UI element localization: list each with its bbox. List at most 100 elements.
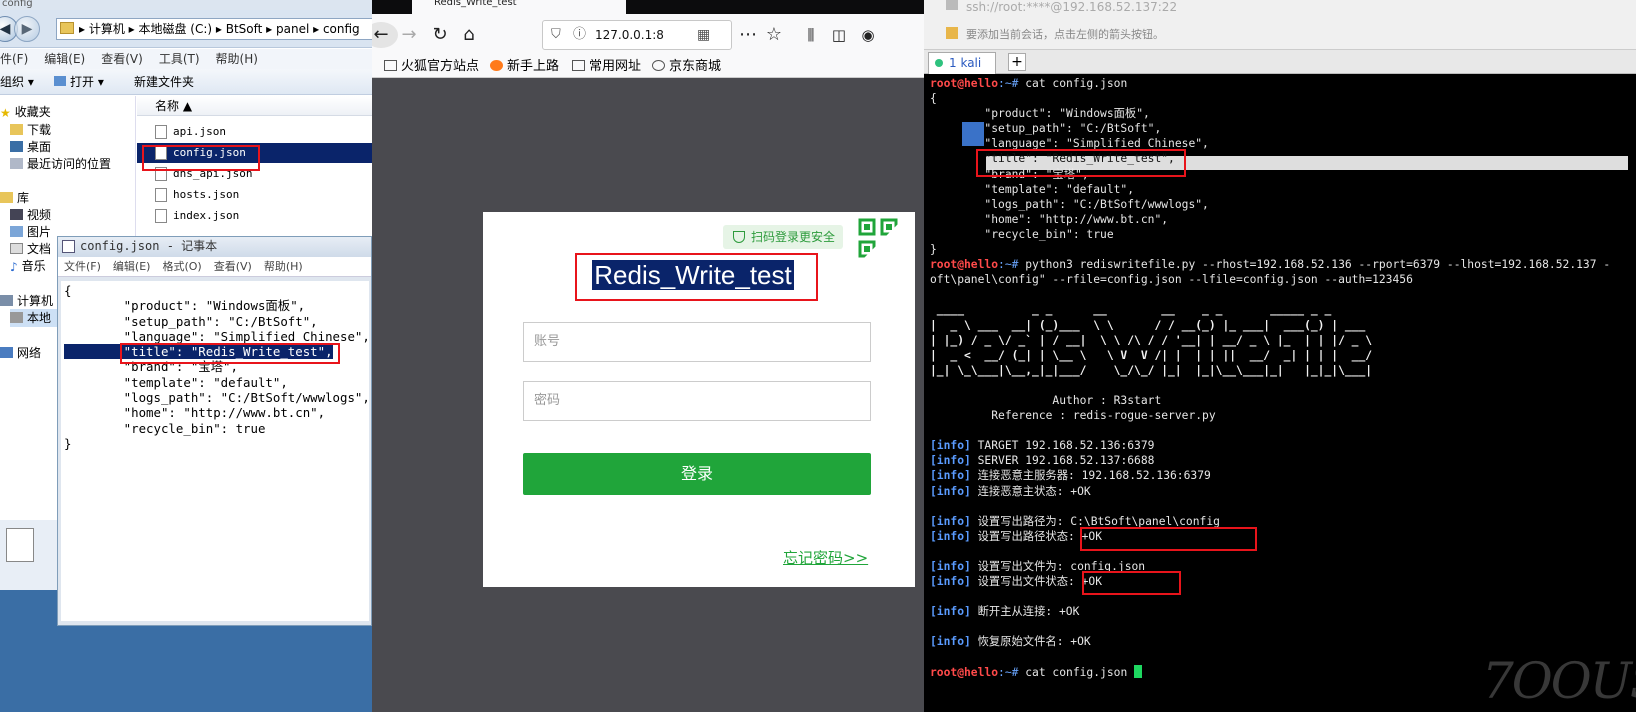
bookmark-label: 京东商城 xyxy=(669,59,722,74)
menu-edit[interactable]: 编辑(E) xyxy=(44,52,85,66)
np-menu-view[interactable]: 查看(V) xyxy=(214,260,252,273)
session-address[interactable]: ssh://root:****@192.168.52.137:22 xyxy=(966,0,1177,14)
network-icon xyxy=(0,347,13,358)
open-label: 打开 ▾ xyxy=(70,75,104,89)
session-bar: ssh://root:****@192.168.52.137:22 要添加当前会… xyxy=(924,0,1636,50)
explorer-path-input[interactable]: ▸ 计算机 ▸ 本地磁盘 (C:) ▸ BtSoft ▸ panel ▸ con… xyxy=(56,18,372,40)
qr-code-icon[interactable] xyxy=(856,216,906,266)
text-line: "language": "Simplified_Chinese", xyxy=(64,328,369,344)
new-tab-button[interactable]: + xyxy=(1008,53,1026,71)
forward-icon[interactable]: ▶ xyxy=(14,16,40,42)
info-text: 设置写出路径为: C:\BtSoft\panel\config xyxy=(970,514,1220,528)
library-icon[interactable]: ⫼ xyxy=(798,22,824,48)
new-folder-button[interactable]: 新建文件夹 xyxy=(134,69,194,95)
prompt-path: :~# xyxy=(998,665,1019,679)
np-menu-edit[interactable]: 编辑(E) xyxy=(113,260,151,273)
bookmark-item[interactable]: 火狐官方站点 xyxy=(384,56,479,78)
folder-icon xyxy=(384,60,397,71)
np-menu-format[interactable]: 格式(O) xyxy=(162,260,201,273)
forgot-password-link[interactable]: 忘记密码>> xyxy=(783,547,868,568)
nav-computer[interactable]: 计算机 xyxy=(0,292,53,310)
nav-downloads[interactable]: 下载 xyxy=(10,121,51,139)
bookmark-item[interactable]: 新手上路 xyxy=(490,56,559,78)
ascii-banner: | |_) / _ \/ _` | / __| \ \ /\ / / '__| … xyxy=(930,333,1373,347)
json-file-icon xyxy=(155,188,167,202)
nav-desktop[interactable]: 桌面 xyxy=(10,138,51,156)
info-tag: [info] xyxy=(930,484,971,498)
file-row[interactable]: hosts.json xyxy=(137,185,372,205)
terminal-tab-bar: 1 kali + xyxy=(924,50,1636,74)
browser-tab[interactable]: Redis_Write_test xyxy=(412,0,626,14)
info-line: [info] 连接恶意主状态: +OK xyxy=(930,484,1636,499)
nav-videos[interactable]: 视频 xyxy=(10,206,51,224)
password-input[interactable]: 密码 xyxy=(523,381,871,421)
home-icon[interactable]: ⌂ xyxy=(456,22,482,48)
term-line: "recycle_bin": true xyxy=(930,227,1114,241)
prompt-user: root@hello xyxy=(930,77,999,90)
prompt-user: root@hello xyxy=(930,258,999,272)
sidebar-icon[interactable]: ◫ xyxy=(826,22,852,48)
status-dot-icon xyxy=(935,59,943,67)
more-icon[interactable]: ⋯ xyxy=(735,22,761,48)
qr-login-badge[interactable]: 扫码登录更安全 xyxy=(723,225,843,249)
folder-icon xyxy=(572,60,585,71)
nav-network[interactable]: 网络 xyxy=(0,344,41,362)
shield-check-icon xyxy=(733,231,745,243)
firefox-window: Redis_Write_test ← → ↻ ⌂ ⛉ ⓘ 127.0.0.1:8… xyxy=(372,0,924,712)
bookmark-icon xyxy=(946,27,958,39)
term-line: Author : R3start xyxy=(930,393,1162,407)
document-icon xyxy=(962,122,984,146)
nav-pictures[interactable]: 图片 xyxy=(10,223,51,241)
prompt-path: :~# xyxy=(998,77,1019,90)
login-button[interactable]: 登录 xyxy=(523,453,871,495)
np-menu-help[interactable]: 帮助(H) xyxy=(264,260,303,273)
lock-icon xyxy=(946,0,958,10)
info-line: [info] 设置写出文件状态: +OK xyxy=(930,574,1636,589)
term-line: root@hello:~# cat config.json xyxy=(930,76,1636,91)
menu-tools[interactable]: 工具(T) xyxy=(159,52,200,66)
bookmark-item[interactable]: 京东商城 xyxy=(652,56,721,78)
file-preview-icon xyxy=(6,528,34,562)
forward-arrow-icon[interactable]: → xyxy=(396,22,422,48)
nav-documents[interactable]: 文档 xyxy=(10,240,51,258)
nav-pictures-label: 图片 xyxy=(27,225,52,239)
file-row[interactable]: index.json xyxy=(137,206,372,226)
info-line: [info] TARGET 192.168.52.136:6379 xyxy=(930,438,1636,453)
info-text: 连接恶意主状态: +OK xyxy=(970,484,1091,498)
text-line: "logs_path": "C:/BtSoft/wwwlogs", xyxy=(64,390,369,406)
text-line: "setup_path": "C:/BtSoft", xyxy=(64,313,318,329)
reload-icon[interactable]: ↻ xyxy=(427,22,453,48)
username-input[interactable]: 账号 xyxy=(523,322,871,362)
open-button[interactable]: 打开 ▾ xyxy=(54,69,104,95)
term-line: "logs_path": "C:/BtSoft/wwwlogs", xyxy=(930,197,1209,211)
ascii-banner: ____ _ _ __ __ _ _ _____ _ _ xyxy=(930,303,1373,317)
highlight-box xyxy=(575,253,818,301)
command-text: cat config.json xyxy=(1018,77,1128,90)
terminal-tab[interactable]: 1 kali xyxy=(928,52,996,74)
qr-code-icon[interactable]: ▦ xyxy=(697,21,710,49)
account-icon[interactable]: ◉ xyxy=(855,22,881,48)
url-bar[interactable]: ⛉ ⓘ 127.0.0.1:8 ▦ xyxy=(542,20,732,50)
menu-file[interactable]: 件(F) xyxy=(0,52,28,66)
bookmark-item[interactable]: 常用网址 xyxy=(572,56,641,78)
term-line: oft\panel\config" --rfile=config.json --… xyxy=(930,273,1413,287)
bookmark-star-icon[interactable]: ☆ xyxy=(761,22,787,48)
term-line: "home": "http://www.bt.cn", xyxy=(930,212,1169,226)
info-text: SERVER 192.168.52.137:6688 xyxy=(970,454,1155,468)
ascii-banner: |_| \_\___|\__,_|_|___/ \_/\_/ |_| |_|\_… xyxy=(930,363,1373,377)
nav-music[interactable]: ♪ 音乐 xyxy=(10,257,46,275)
nav-favorites[interactable]: ★ 收藏夹 xyxy=(0,103,51,121)
back-arrow-icon[interactable]: ← xyxy=(372,22,398,48)
column-header-name[interactable]: 名称 ▲ xyxy=(137,96,372,116)
file-name: api.json xyxy=(173,125,226,138)
menu-help[interactable]: 帮助(H) xyxy=(216,52,258,66)
file-row[interactable]: api.json xyxy=(137,122,372,142)
menu-view[interactable]: 查看(V) xyxy=(101,52,143,66)
organize-button[interactable]: 组织 ▾ xyxy=(0,69,34,95)
downloads-icon xyxy=(10,124,23,135)
prompt-user: root@hello xyxy=(930,665,999,679)
nav-libraries[interactable]: 库 xyxy=(0,189,29,207)
nav-recent[interactable]: 最近访问的位置 xyxy=(10,155,111,173)
np-menu-file[interactable]: 文件(F) xyxy=(64,260,101,273)
notepad-text-area[interactable]: { "product": "Windows面板", "setup_path": … xyxy=(61,281,369,621)
